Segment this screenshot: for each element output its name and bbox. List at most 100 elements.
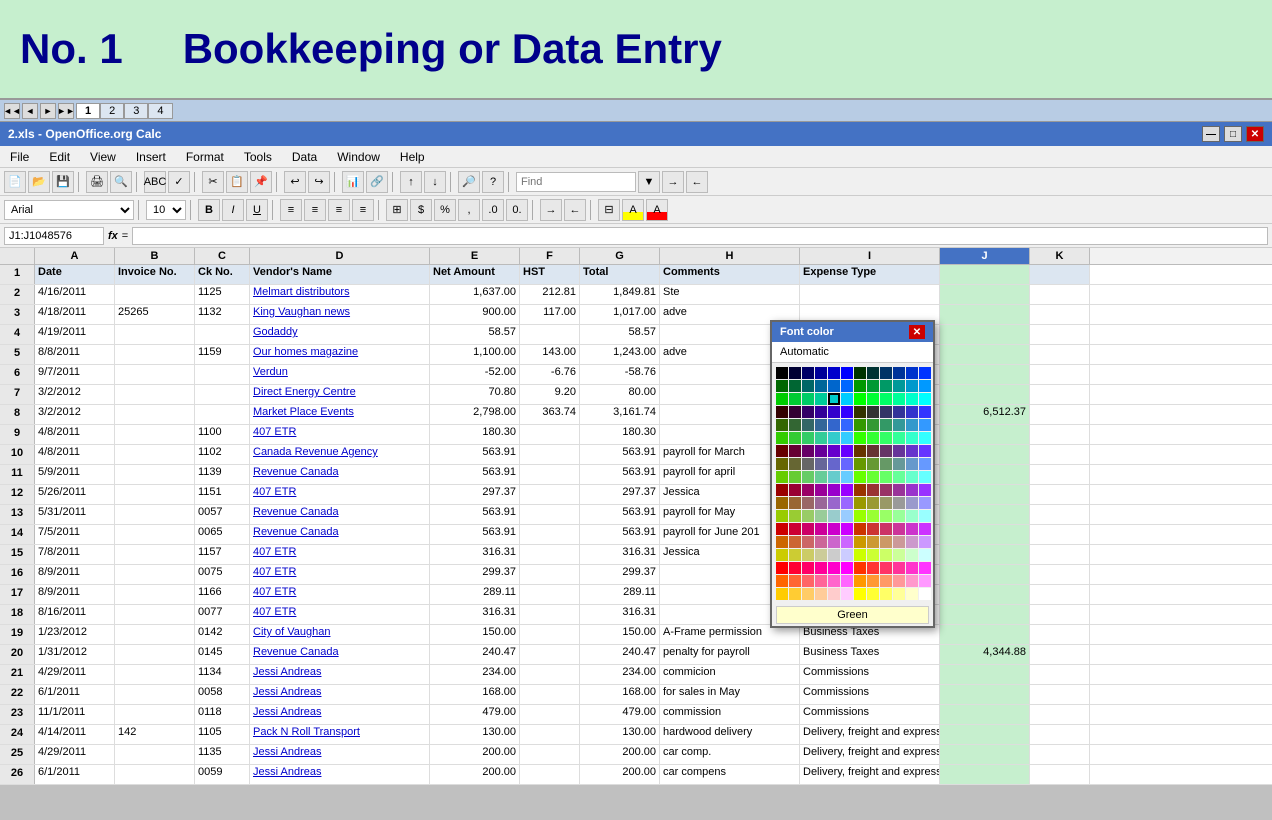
cell-k14[interactable] [1030, 525, 1090, 544]
color-swatch[interactable] [867, 510, 879, 522]
cell-d12[interactable]: 407 ETR [250, 485, 430, 504]
cell-f18[interactable] [520, 605, 580, 624]
cell-g13[interactable]: 563.91 [580, 505, 660, 524]
cell-g21[interactable]: 234.00 [580, 665, 660, 684]
new-btn[interactable]: 📄 [4, 171, 26, 193]
color-swatch[interactable] [906, 562, 918, 574]
cell-c18[interactable]: 0077 [195, 605, 250, 624]
color-swatch[interactable] [815, 497, 827, 509]
color-swatch[interactable] [789, 562, 801, 574]
cell-e13[interactable]: 563.91 [430, 505, 520, 524]
color-swatch[interactable] [919, 536, 931, 548]
cell-f26[interactable] [520, 765, 580, 784]
color-swatch[interactable] [828, 510, 840, 522]
cell-reference-input[interactable] [4, 227, 104, 245]
cell-b1[interactable]: Invoice No. [115, 265, 195, 284]
auto-color-option[interactable]: Automatic [772, 342, 933, 363]
color-swatch[interactable] [776, 367, 788, 379]
cell-g5[interactable]: 1,243.00 [580, 345, 660, 364]
cell-f1[interactable]: HST [520, 265, 580, 284]
cell-a11[interactable]: 5/9/2011 [35, 465, 115, 484]
sort-asc-btn[interactable]: ↑ [400, 171, 422, 193]
cell-k23[interactable] [1030, 705, 1090, 724]
color-swatch[interactable] [789, 471, 801, 483]
color-swatch[interactable] [854, 367, 866, 379]
color-swatch[interactable] [854, 432, 866, 444]
tab-nav-back[interactable]: ◄ [22, 103, 38, 119]
color-swatch[interactable] [867, 575, 879, 587]
tab-2[interactable]: 2 [100, 103, 124, 119]
align-center-btn[interactable]: ≡ [304, 199, 326, 221]
color-swatch[interactable] [802, 536, 814, 548]
underline-btn[interactable]: U [246, 199, 268, 221]
cell-h25[interactable]: car comp. [660, 745, 800, 764]
cell-e22[interactable]: 168.00 [430, 685, 520, 704]
color-swatch[interactable] [919, 471, 931, 483]
cell-g4[interactable]: 58.57 [580, 325, 660, 344]
color-swatch[interactable] [776, 523, 788, 535]
cell-d11[interactable]: Revenue Canada [250, 465, 430, 484]
color-swatch[interactable] [789, 406, 801, 418]
cell-b9[interactable] [115, 425, 195, 444]
color-swatch[interactable] [776, 406, 788, 418]
color-swatch[interactable] [841, 367, 853, 379]
font-color-btn[interactable]: A [646, 199, 668, 221]
color-swatch[interactable] [867, 445, 879, 457]
color-swatch[interactable] [854, 471, 866, 483]
cell-a9[interactable]: 4/8/2011 [35, 425, 115, 444]
color-swatch[interactable] [854, 562, 866, 574]
help-btn[interactable]: ? [482, 171, 504, 193]
color-swatch[interactable] [893, 445, 905, 457]
cell-k2[interactable] [1030, 285, 1090, 304]
tab-3[interactable]: 3 [124, 103, 148, 119]
cell-j15[interactable] [940, 545, 1030, 564]
color-swatch[interactable] [802, 380, 814, 392]
cell-f21[interactable] [520, 665, 580, 684]
cell-j24[interactable] [940, 725, 1030, 744]
color-swatch[interactable] [815, 549, 827, 561]
cell-j21[interactable] [940, 665, 1030, 684]
cell-d9[interactable]: 407 ETR [250, 425, 430, 444]
color-swatch[interactable] [802, 458, 814, 470]
color-swatch[interactable] [919, 406, 931, 418]
cell-a2[interactable]: 4/16/2011 [35, 285, 115, 304]
cell-d2[interactable]: Melmart distributors [250, 285, 430, 304]
cell-b14[interactable] [115, 525, 195, 544]
color-swatch[interactable] [841, 406, 853, 418]
cell-j14[interactable] [940, 525, 1030, 544]
cell-g24[interactable]: 130.00 [580, 725, 660, 744]
color-swatch[interactable] [854, 419, 866, 431]
cell-j1[interactable] [940, 265, 1030, 284]
color-swatch[interactable] [841, 380, 853, 392]
color-swatch[interactable] [841, 393, 853, 405]
color-swatch[interactable] [802, 393, 814, 405]
cell-h21[interactable]: commicion [660, 665, 800, 684]
cell-b8[interactable] [115, 405, 195, 424]
color-swatch[interactable] [841, 510, 853, 522]
color-swatch[interactable] [854, 588, 866, 600]
cell-j6[interactable] [940, 365, 1030, 384]
cell-j23[interactable] [940, 705, 1030, 724]
cell-c3[interactable]: 1132 [195, 305, 250, 324]
cell-c6[interactable] [195, 365, 250, 384]
cell-d23[interactable]: Jessi Andreas [250, 705, 430, 724]
paste-btn[interactable]: 📌 [250, 171, 272, 193]
menu-format[interactable]: Format [180, 148, 230, 166]
cell-f14[interactable] [520, 525, 580, 544]
cell-g14[interactable]: 563.91 [580, 525, 660, 544]
menu-tools[interactable]: Tools [238, 148, 278, 166]
color-swatch[interactable] [854, 497, 866, 509]
bold-btn[interactable]: B [198, 199, 220, 221]
cell-a15[interactable]: 7/8/2011 [35, 545, 115, 564]
color-swatch[interactable] [854, 510, 866, 522]
spell-btn[interactable]: ABC [144, 171, 166, 193]
cell-b2[interactable] [115, 285, 195, 304]
cell-e17[interactable]: 289.11 [430, 585, 520, 604]
color-swatch[interactable] [854, 523, 866, 535]
cell-e24[interactable]: 130.00 [430, 725, 520, 744]
color-swatch[interactable] [828, 367, 840, 379]
cell-e21[interactable]: 234.00 [430, 665, 520, 684]
col-header-i[interactable]: I [800, 248, 940, 264]
cell-a17[interactable]: 8/9/2011 [35, 585, 115, 604]
cell-k17[interactable] [1030, 585, 1090, 604]
